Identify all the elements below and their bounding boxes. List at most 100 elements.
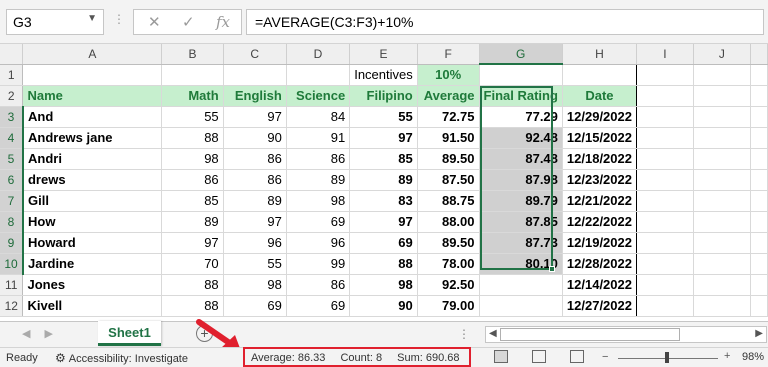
cell-name[interactable]: Andri [22, 148, 163, 170]
cell[interactable] [636, 211, 694, 233]
cell-average[interactable]: 79.00 [417, 295, 480, 317]
enter-check-icon[interactable]: ✓ [182, 13, 195, 31]
header-cell-filipino[interactable]: Filipino [349, 85, 418, 107]
cell-name[interactable]: Jardine [22, 253, 163, 275]
row-header[interactable]: 4 [0, 127, 24, 149]
cell-date[interactable]: 12/15/2022 [561, 127, 637, 149]
row-header[interactable]: 10 [0, 253, 24, 275]
cell-science[interactable]: 98 [286, 190, 351, 212]
row-header[interactable]: 1 [0, 64, 24, 86]
cell-english[interactable]: 69 [223, 295, 287, 317]
cell-science[interactable]: 89 [286, 169, 351, 191]
column-header-c[interactable]: C [223, 44, 287, 65]
sheet-nav-prev-icon[interactable]: ◀ [22, 328, 44, 340]
cell[interactable] [636, 106, 694, 128]
column-header-j[interactable]: J [693, 44, 751, 65]
cell-date[interactable]: 12/21/2022 [561, 190, 637, 212]
cell[interactable] [161, 64, 224, 86]
header-cell-science[interactable]: Science [286, 85, 351, 107]
cell-math[interactable]: 88 [161, 274, 224, 296]
cell-english[interactable]: 86 [223, 169, 287, 191]
cell[interactable] [693, 85, 751, 107]
column-header-h[interactable]: H [562, 44, 637, 65]
cell-filipino[interactable]: 85 [349, 148, 418, 170]
cell[interactable] [750, 253, 768, 275]
cell[interactable] [693, 169, 751, 191]
scrollbar-thumb[interactable] [500, 328, 680, 341]
cell-english[interactable]: 86 [223, 148, 287, 170]
cell-math[interactable]: 70 [161, 253, 224, 275]
cell-name[interactable]: Gill [22, 190, 163, 212]
column-header-i[interactable]: I [636, 44, 694, 65]
cell-final-rating[interactable] [479, 295, 563, 317]
cell[interactable] [636, 148, 694, 170]
cell-filipino[interactable]: 90 [349, 295, 418, 317]
header-cell-average[interactable]: Average [417, 85, 480, 107]
cell-science[interactable]: 84 [286, 106, 351, 128]
cell-average[interactable]: 91.50 [417, 127, 480, 149]
cell-average[interactable]: 72.75 [417, 106, 480, 128]
cell-math[interactable]: 98 [161, 148, 224, 170]
cell[interactable] [693, 274, 751, 296]
scroll-left-icon[interactable]: ◀ [489, 328, 497, 339]
column-header-d[interactable]: D [286, 44, 351, 65]
column-header-f[interactable]: F [417, 44, 480, 65]
cell[interactable] [693, 232, 751, 254]
zoom-out-icon[interactable]: − [602, 351, 608, 363]
cell[interactable] [693, 127, 751, 149]
row-header[interactable]: 8 [0, 211, 24, 233]
cell[interactable] [223, 64, 287, 86]
row-header[interactable]: 11 [0, 274, 24, 296]
cell-filipino[interactable]: 98 [349, 274, 418, 296]
cell-science[interactable]: 69 [286, 211, 351, 233]
cell-final-rating[interactable]: 87.85 [479, 211, 563, 233]
cell-name[interactable]: Howard [22, 232, 163, 254]
name-box[interactable]: G3 ▼ [6, 9, 104, 35]
cell[interactable] [636, 190, 694, 212]
cell-final-rating[interactable] [479, 274, 563, 296]
cell[interactable] [750, 64, 768, 86]
cell-science[interactable]: 96 [286, 232, 351, 254]
page-break-view-icon[interactable] [570, 350, 584, 363]
cell-filipino[interactable]: 88 [349, 253, 418, 275]
cell-final-rating[interactable]: 92.48 [479, 127, 563, 149]
header-cell-date[interactable]: Date [561, 85, 637, 107]
column-header-k[interactable] [750, 44, 768, 65]
cell-filipino[interactable]: 69 [349, 232, 418, 254]
cell-date[interactable]: 12/27/2022 [561, 295, 637, 317]
column-header-a[interactable]: A [22, 44, 163, 65]
cell-english[interactable]: 98 [223, 274, 287, 296]
cell-english[interactable]: 96 [223, 232, 287, 254]
cell-filipino[interactable]: 97 [349, 127, 418, 149]
cell[interactable] [750, 232, 768, 254]
cell[interactable] [693, 253, 751, 275]
cell-math[interactable]: 89 [161, 211, 224, 233]
cell-date[interactable]: 12/14/2022 [561, 274, 637, 296]
cell-science[interactable]: 86 [286, 274, 351, 296]
cell-math[interactable]: 86 [161, 169, 224, 191]
cell[interactable] [693, 190, 751, 212]
cell-math[interactable]: 55 [161, 106, 224, 128]
row-header[interactable]: 2 [0, 85, 24, 107]
cell-english[interactable]: 89 [223, 190, 287, 212]
zoom-slider-thumb[interactable] [665, 352, 669, 363]
cell-math[interactable]: 88 [161, 127, 224, 149]
cell[interactable] [479, 64, 563, 86]
tab-splitter-icon[interactable]: ⋮ [458, 327, 470, 341]
header-cell-math[interactable]: Math [161, 85, 224, 107]
fill-handle[interactable] [549, 266, 555, 272]
zoom-in-icon[interactable]: + [724, 350, 730, 362]
cell-science[interactable]: 69 [286, 295, 351, 317]
cell-date[interactable]: 12/22/2022 [561, 211, 637, 233]
zoom-level[interactable]: 98% [742, 351, 764, 363]
cell[interactable] [750, 127, 768, 149]
row-header[interactable]: 5 [0, 148, 24, 170]
cell[interactable] [750, 148, 768, 170]
row-header[interactable]: 9 [0, 232, 24, 254]
select-all-corner[interactable] [0, 44, 24, 65]
cell-average[interactable]: 88.75 [417, 190, 480, 212]
header-cell-name[interactable]: Name [22, 85, 163, 107]
cell-math[interactable]: 85 [161, 190, 224, 212]
normal-view-icon[interactable] [494, 350, 508, 363]
column-header-b[interactable]: B [161, 44, 224, 65]
